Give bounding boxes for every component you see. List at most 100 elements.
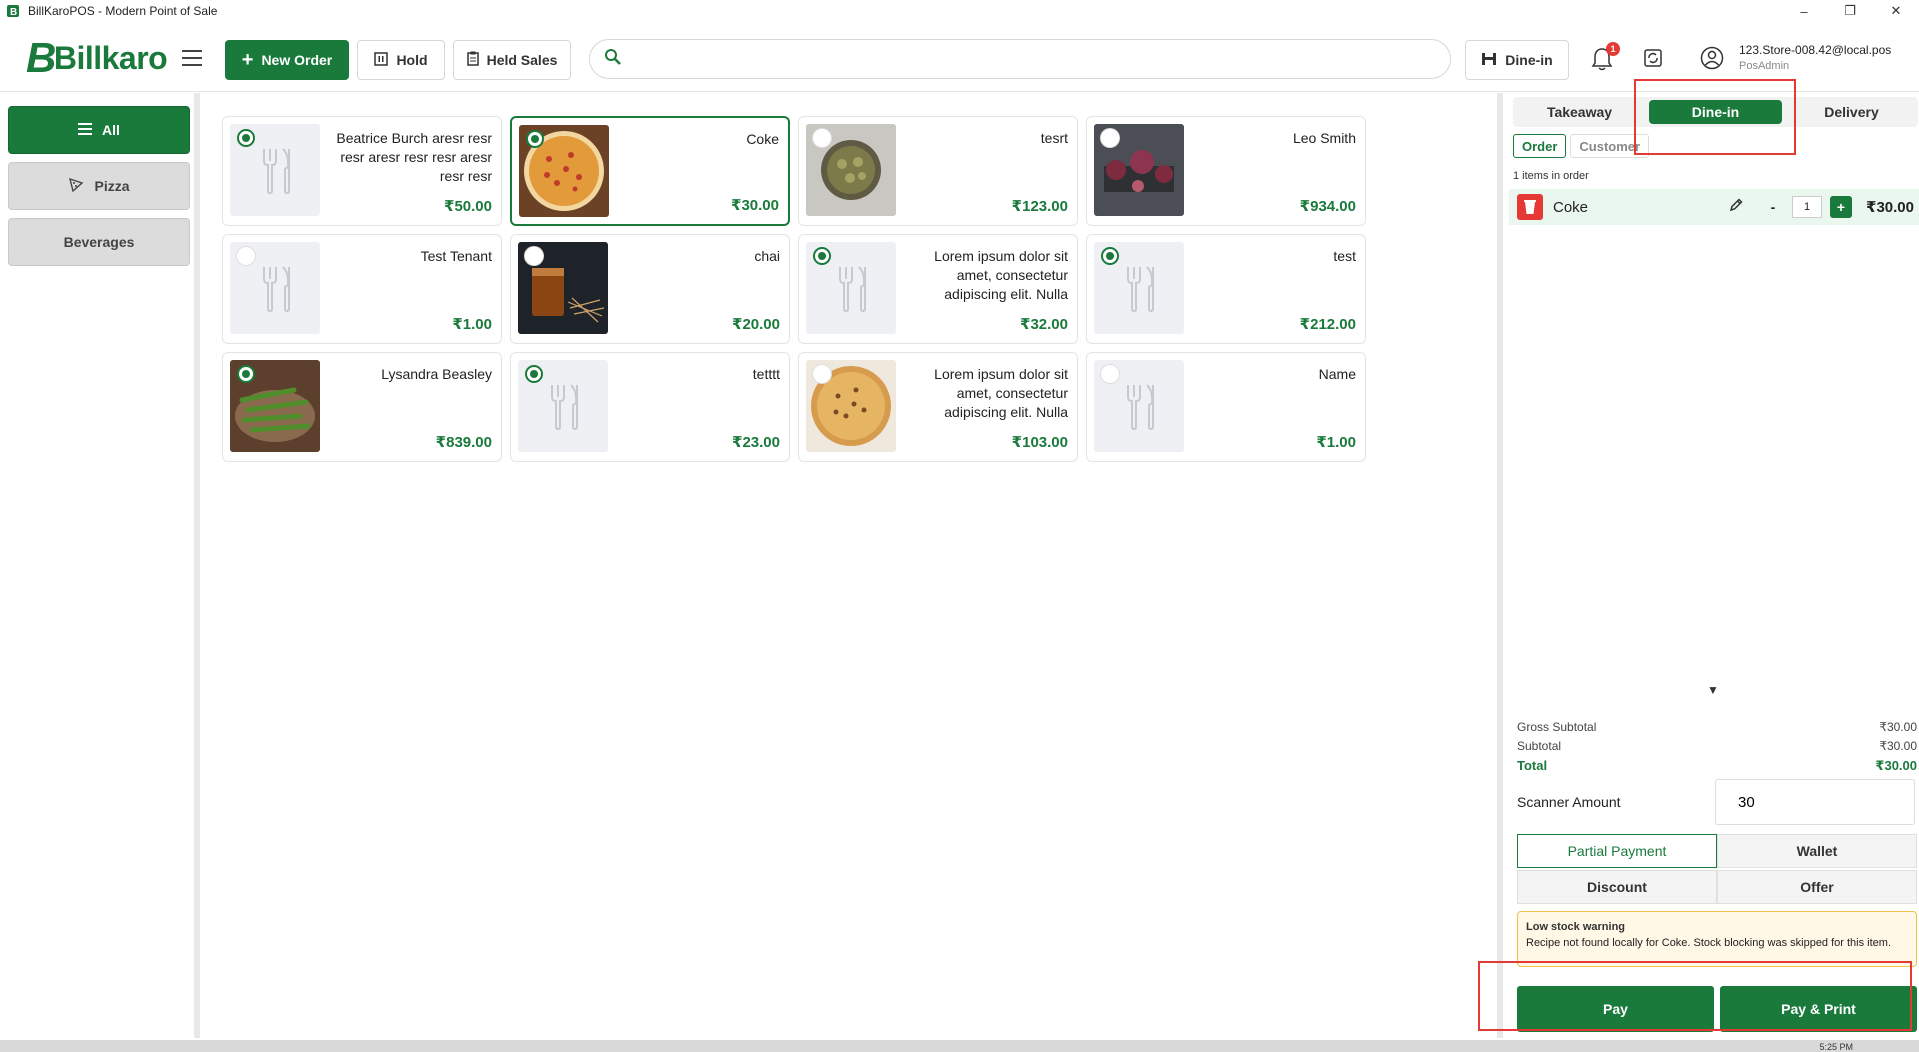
quantity-value[interactable]: 1 <box>1792 196 1823 218</box>
product-info: tetttt ₹23.00 <box>608 360 782 454</box>
product-card[interactable]: Lysandra Beasley ₹839.00 <box>222 352 502 462</box>
user-email: 123.Store-008.42@local.pos <box>1739 43 1892 57</box>
product-card[interactable]: Coke ₹30.00 <box>510 116 790 226</box>
product-name: tetttt <box>752 366 780 382</box>
product-info: chai ₹20.00 <box>608 242 782 336</box>
list-icon <box>78 122 93 138</box>
order-sub-tabs: Order Customer <box>1513 134 1650 158</box>
tab-takeaway[interactable]: Takeaway <box>1513 97 1646 127</box>
sync-icon[interactable] <box>1643 48 1665 70</box>
hamburger-menu-icon[interactable] <box>180 46 204 70</box>
product-name: tesrt <box>1040 130 1068 146</box>
category-label: Pizza <box>94 178 130 194</box>
tab-delivery[interactable]: Delivery <box>1785 97 1918 127</box>
product-radio[interactable] <box>526 130 544 148</box>
partial-payment-button[interactable]: Partial Payment <box>1517 834 1717 868</box>
category-all[interactable]: All <box>8 106 190 154</box>
product-info: Lorem ipsum dolor sit amet, consectetur … <box>896 242 1070 336</box>
product-info: Name ₹1.00 <box>1184 360 1358 454</box>
pizza-icon <box>68 177 84 196</box>
order-panel: Takeaway Dine-in Delivery Order Customer… <box>1497 93 1919 1038</box>
minimize-button[interactable]: – <box>1781 0 1827 22</box>
product-price: ₹1.00 <box>1316 434 1356 451</box>
product-radio[interactable] <box>1101 129 1119 147</box>
held-sales-label: Held Sales <box>486 52 558 68</box>
product-card[interactable]: Lorem ipsum dolor sit amet, consectetur … <box>798 352 1078 462</box>
product-name: Leo Smith <box>1292 130 1356 146</box>
subtotal-row: Subtotal ₹30.00 <box>1517 739 1917 758</box>
logo-text: Billkaro <box>53 39 168 76</box>
product-price: ₹50.00 <box>444 198 492 215</box>
user-info: 123.Store-008.42@local.pos PosAdmin <box>1739 42 1891 74</box>
close-button[interactable]: ✕ <box>1873 0 1919 22</box>
order-type-button[interactable]: Dine-in <box>1465 40 1569 80</box>
product-info: test ₹212.00 <box>1184 242 1358 336</box>
increase-qty-button[interactable]: + <box>1830 196 1853 218</box>
notification-button[interactable]: 1 <box>1590 42 1620 76</box>
totals-summary: Gross Subtotal ₹30.00 Subtotal ₹30.00 To… <box>1517 720 1917 777</box>
user-avatar-icon[interactable] <box>1700 46 1726 72</box>
product-grid: Beatrice Burch aresr resr resr aresr res… <box>222 116 1370 462</box>
total-label: Total <box>1517 758 1548 773</box>
product-radio[interactable] <box>237 365 255 383</box>
product-price: ₹20.00 <box>732 316 780 333</box>
tab-order[interactable]: Order <box>1513 134 1567 158</box>
product-radio[interactable] <box>1101 247 1119 265</box>
notification-badge: 1 <box>1606 42 1620 56</box>
search-bar[interactable] <box>589 39 1451 79</box>
search-input[interactable] <box>632 44 1450 74</box>
product-name: test <box>1333 248 1356 264</box>
discount-button[interactable]: Discount <box>1517 870 1717 904</box>
pay-print-button[interactable]: Pay & Print <box>1720 986 1917 1032</box>
product-radio[interactable] <box>525 365 543 383</box>
maximize-button[interactable]: ❐ <box>1827 0 1873 22</box>
pay-button[interactable]: Pay <box>1517 986 1714 1032</box>
product-card[interactable]: Name ₹1.00 <box>1086 352 1366 462</box>
bell-icon <box>1590 48 1614 76</box>
subtotal-value: ₹30.00 <box>1879 739 1917 753</box>
product-radio[interactable] <box>1101 365 1119 383</box>
product-price: ₹103.00 <box>1011 434 1068 451</box>
held-sales-button[interactable]: Held Sales <box>453 40 571 80</box>
product-radio[interactable] <box>237 247 255 265</box>
product-radio[interactable] <box>813 247 831 265</box>
product-radio[interactable] <box>813 129 831 147</box>
product-radio[interactable] <box>237 129 255 147</box>
order-line-item: Coke - 1 + ₹30.00 <box>1509 189 1919 225</box>
category-pizza[interactable]: Pizza <box>8 162 190 210</box>
product-price: ₹30.00 <box>731 197 779 214</box>
scanner-amount-label: Scanner Amount <box>1517 794 1621 810</box>
product-card[interactable]: Leo Smith ₹934.00 <box>1086 116 1366 226</box>
product-radio[interactable] <box>525 247 543 265</box>
product-info: Test Tenant ₹1.00 <box>320 242 494 336</box>
scanner-amount-input[interactable] <box>1715 779 1915 825</box>
user-role: PosAdmin <box>1739 60 1790 72</box>
product-card[interactable]: Lorem ipsum dolor sit amet, consectetur … <box>798 234 1078 344</box>
wallet-button[interactable]: Wallet <box>1717 834 1917 868</box>
line-total: ₹30.00 <box>1866 199 1914 216</box>
category-beverages[interactable]: Beverages <box>8 218 190 266</box>
svg-text:B: B <box>10 7 17 18</box>
product-radio[interactable] <box>813 365 831 383</box>
app-header: B Billkaro + New Order Hold Held Sales D… <box>0 26 1919 92</box>
tab-dine-in[interactable]: Dine-in <box>1649 100 1782 124</box>
product-card[interactable]: tesrt ₹123.00 <box>798 116 1078 226</box>
new-order-button[interactable]: + New Order <box>225 40 349 80</box>
product-card[interactable]: Beatrice Burch aresr resr resr aresr res… <box>222 116 502 226</box>
tab-customer[interactable]: Customer <box>1570 134 1650 158</box>
product-card[interactable]: test ₹212.00 <box>1086 234 1366 344</box>
product-card[interactable]: tetttt ₹23.00 <box>510 352 790 462</box>
collapse-caret-icon[interactable]: ▼ <box>1707 683 1719 697</box>
offer-button[interactable]: Offer <box>1717 870 1917 904</box>
search-icon <box>604 48 622 71</box>
category-sidebar: All Pizza Beverages <box>0 93 200 1038</box>
product-card[interactable]: chai ₹20.00 <box>510 234 790 344</box>
product-info: tesrt ₹123.00 <box>896 124 1070 218</box>
product-card[interactable]: Test Tenant ₹1.00 <box>222 234 502 344</box>
hold-button[interactable]: Hold <box>357 40 445 80</box>
decrease-qty-button[interactable]: - <box>1762 196 1784 218</box>
pencil-icon[interactable] <box>1728 197 1744 218</box>
low-stock-warning: Low stock warning Recipe not found local… <box>1517 911 1917 967</box>
clipboard-icon <box>466 51 479 69</box>
logo-mark: B <box>26 34 56 81</box>
